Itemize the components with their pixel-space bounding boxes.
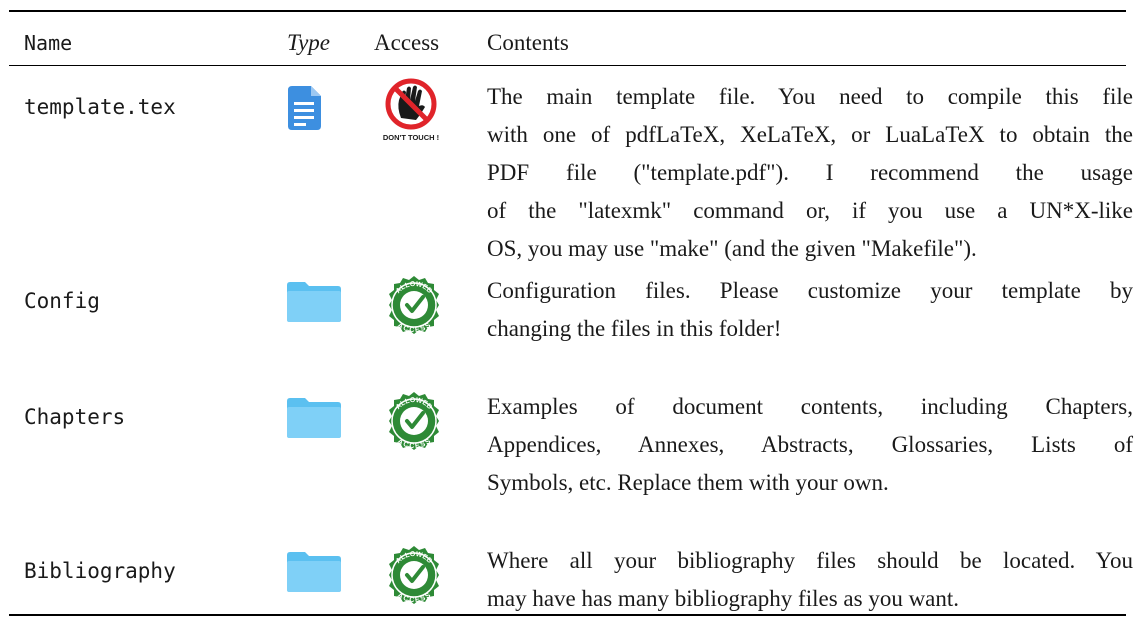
- table-top-rule: [9, 10, 1126, 12]
- file-description: The main template file. You need to comp…: [487, 84, 1133, 261]
- header-type: Type: [287, 30, 331, 55]
- folder-description: Configuration files. Please customize yo…: [487, 278, 1133, 341]
- dont-touch-label: DON'T TOUCH !: [383, 133, 439, 142]
- folder-icon: [287, 282, 341, 322]
- folder-description: Where all your bibliography files should…: [487, 548, 1133, 611]
- header-access: Access: [374, 30, 440, 55]
- folder-icon: [287, 552, 341, 592]
- dont-touch-icon: DON'T TOUCH !: [383, 78, 439, 144]
- folder-name: Chapters: [24, 405, 126, 429]
- file-name: template.tex: [24, 95, 176, 119]
- folder-name: Config: [24, 289, 100, 313]
- allowed-access-icon: ALLOWED ACCESS: [383, 390, 445, 452]
- folder-description: Examples of document contents, including…: [487, 394, 1133, 495]
- header-name: Name: [24, 31, 73, 55]
- table-bottom-rule: [9, 614, 1126, 616]
- document-icon: [287, 86, 321, 130]
- allowed-access-icon: ALLOWED ACCESS: [383, 544, 445, 606]
- table-header-rule: [9, 65, 1126, 66]
- allowed-access-icon: ALLOWED ACCESS: [383, 274, 445, 336]
- header-contents: Contents: [487, 30, 569, 55]
- folder-icon: [287, 398, 341, 438]
- folder-name: Bibliography: [24, 559, 176, 583]
